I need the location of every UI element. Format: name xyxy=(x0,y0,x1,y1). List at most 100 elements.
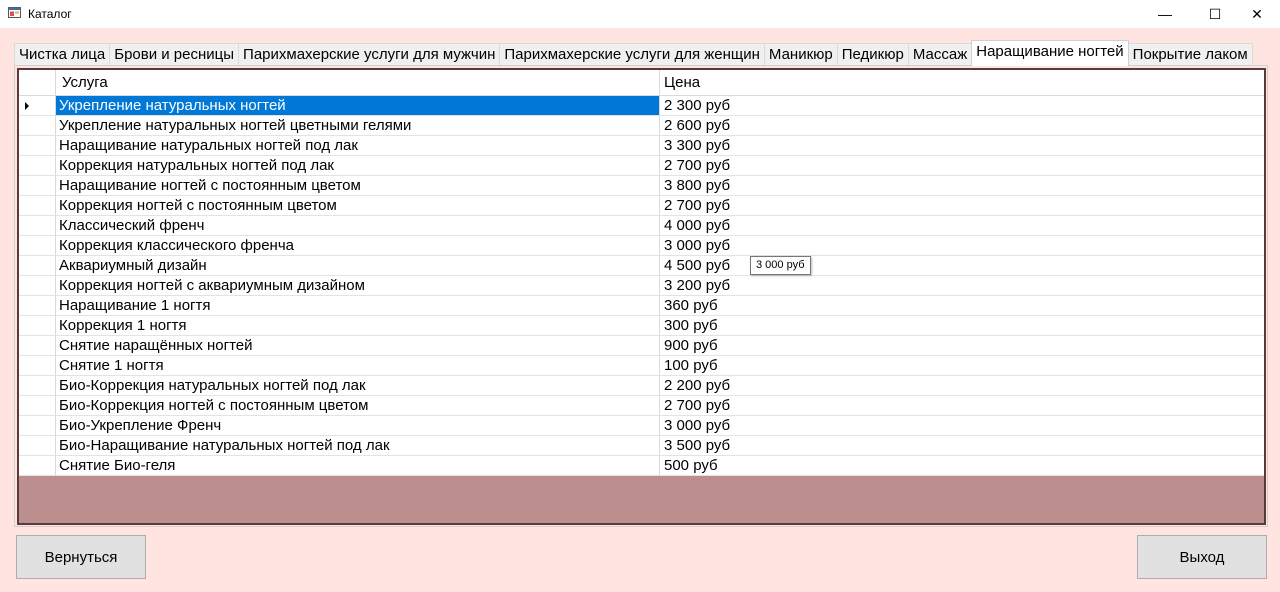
row-header[interactable] xyxy=(19,216,56,235)
table-row[interactable]: Коррекция 1 ногтя 300 руб xyxy=(19,316,1264,336)
tab-hair-women[interactable]: Парихмахерские услуги для женщин xyxy=(499,43,765,66)
row-header[interactable] xyxy=(19,116,56,135)
current-row-arrow-icon xyxy=(25,102,29,110)
close-button[interactable]: ✕ xyxy=(1234,0,1280,28)
price-tooltip: 3 000 руб xyxy=(750,256,811,275)
table-row[interactable]: Снятие наращённых ногтей 900 руб xyxy=(19,336,1264,356)
cell-price[interactable]: 3 000 руб xyxy=(660,236,1264,255)
cell-price[interactable]: 2 300 руб xyxy=(660,96,1264,115)
row-header[interactable] xyxy=(19,376,56,395)
row-header[interactable] xyxy=(19,416,56,435)
table-row[interactable]: Коррекция классического френча 3 000 руб xyxy=(19,236,1264,256)
tab-manicure[interactable]: Маникюр xyxy=(763,43,838,66)
cell-service[interactable]: Наращивание натуральных ногтей под лак xyxy=(56,136,660,155)
services-grid[interactable]: Услуга Цена Укрепление натуральных ногте… xyxy=(17,68,1266,525)
cell-price[interactable]: 500 руб xyxy=(660,456,1264,475)
table-row[interactable]: Био-Наращивание натуральных ногтей под л… xyxy=(19,436,1264,456)
row-header[interactable] xyxy=(19,156,56,175)
row-header[interactable] xyxy=(19,256,56,275)
row-header[interactable] xyxy=(19,436,56,455)
table-row[interactable]: Наращивание ногтей с постоянным цветом 3 … xyxy=(19,176,1264,196)
cell-price[interactable]: 2 700 руб xyxy=(660,196,1264,215)
column-header-service[interactable]: Услуга xyxy=(56,70,660,95)
table-row[interactable]: Снятие 1 ногтя 100 руб xyxy=(19,356,1264,376)
cell-price[interactable]: 3 800 руб xyxy=(660,176,1264,195)
tab-hair-men[interactable]: Парихмахерские услуги для мужчин xyxy=(238,43,501,66)
table-row[interactable]: Био-Укрепление Френч 3 000 руб xyxy=(19,416,1264,436)
cell-price[interactable]: 3 300 руб xyxy=(660,136,1264,155)
cell-price[interactable]: 4 000 руб xyxy=(660,216,1264,235)
table-row[interactable]: Коррекция ногтей с аквариумным дизайном 3… xyxy=(19,276,1264,296)
cell-service[interactable]: Коррекция 1 ногтя xyxy=(56,316,660,335)
cell-price[interactable]: 3 000 руб xyxy=(660,416,1264,435)
column-header-price[interactable]: Цена xyxy=(660,70,1264,95)
cell-service[interactable]: Аквариумный дизайн xyxy=(56,256,660,275)
cell-service[interactable]: Био-Наращивание натуральных ногтей под л… xyxy=(56,436,660,455)
table-row[interactable]: Снятие Био-геля 500 руб xyxy=(19,456,1264,476)
table-row[interactable]: Коррекция натуральных ногтей под лак 2 70… xyxy=(19,156,1264,176)
cell-service[interactable]: Снятие 1 ногтя xyxy=(56,356,660,375)
tab-nail-extension[interactable]: Наращивание ногтей xyxy=(971,40,1129,66)
cell-service[interactable]: Наращивание ногтей с постоянным цветом xyxy=(56,176,660,195)
exit-button[interactable]: Выход xyxy=(1137,535,1267,579)
cell-service[interactable]: Снятие наращённых ногтей xyxy=(56,336,660,355)
row-header[interactable] xyxy=(19,236,56,255)
cell-service[interactable]: Коррекция ногтей с аквариумным дизайном xyxy=(56,276,660,295)
cell-service[interactable]: Коррекция ногтей с постоянным цветом xyxy=(56,196,660,215)
cell-price[interactable]: 360 руб xyxy=(660,296,1264,315)
maximize-button[interactable]: ☐ xyxy=(1192,0,1238,28)
table-row[interactable]: Укрепление натуральных ногтей цветными г… xyxy=(19,116,1264,136)
cell-service[interactable]: Био-Укрепление Френч xyxy=(56,416,660,435)
row-header-corner[interactable] xyxy=(19,70,56,95)
cell-price[interactable]: 2 700 руб xyxy=(660,396,1264,415)
row-header[interactable] xyxy=(19,396,56,415)
grid-table: Услуга Цена Укрепление натуральных ногте… xyxy=(19,70,1264,476)
cell-service[interactable]: Классический френч xyxy=(56,216,660,235)
cell-service[interactable]: Укрепление натуральных ногтей xyxy=(56,96,660,115)
tab-massage[interactable]: Массаж xyxy=(907,43,973,66)
cell-price[interactable]: 2 600 руб xyxy=(660,116,1264,135)
table-row[interactable]: Укрепление натуральных ногтей 2 300 руб xyxy=(19,96,1264,116)
cell-service[interactable]: Коррекция классического френча xyxy=(56,236,660,255)
table-row[interactable]: Аквариумный дизайн 4 500 руб xyxy=(19,256,1264,276)
row-header[interactable] xyxy=(19,316,56,335)
table-row[interactable]: Классический френч 4 000 руб xyxy=(19,216,1264,236)
back-button[interactable]: Вернуться xyxy=(16,535,146,579)
tab-face-cleaning[interactable]: Чистка лица xyxy=(14,43,111,66)
tab-strip: Чистка лица Брови и ресницы Парихмахерск… xyxy=(14,40,1253,66)
row-header[interactable] xyxy=(19,196,56,215)
cell-price[interactable]: 3 200 руб xyxy=(660,276,1264,295)
cell-price[interactable]: 100 руб xyxy=(660,356,1264,375)
cell-price[interactable]: 2 200 руб xyxy=(660,376,1264,395)
tab-brows-lashes[interactable]: Брови и ресницы xyxy=(109,43,240,66)
cell-price[interactable]: 2 700 руб xyxy=(660,156,1264,175)
grid-header-row: Услуга Цена xyxy=(19,70,1264,96)
minimize-button[interactable]: — xyxy=(1142,0,1188,28)
table-row[interactable]: Наращивание натуральных ногтей под лак 3 … xyxy=(19,136,1264,156)
cell-price[interactable]: 900 руб xyxy=(660,336,1264,355)
row-header[interactable] xyxy=(19,336,56,355)
table-row[interactable]: Био-Коррекция натуральных ногтей под лак… xyxy=(19,376,1264,396)
cell-price[interactable]: 300 руб xyxy=(660,316,1264,335)
table-row[interactable]: Коррекция ногтей с постоянным цветом 2 70… xyxy=(19,196,1264,216)
tab-pedicure[interactable]: Педикюр xyxy=(836,43,909,66)
cell-price[interactable]: 3 500 руб xyxy=(660,436,1264,455)
tab-nail-polish[interactable]: Покрытие лаком xyxy=(1127,43,1253,66)
row-header[interactable] xyxy=(19,176,56,195)
window-title: Каталог xyxy=(28,7,72,21)
row-header[interactable] xyxy=(19,356,56,375)
cell-service[interactable]: Наращивание 1 ногтя xyxy=(56,296,660,315)
cell-service[interactable]: Снятие Био-геля xyxy=(56,456,660,475)
row-header[interactable] xyxy=(19,456,56,475)
row-header[interactable] xyxy=(19,136,56,155)
cell-service[interactable]: Био-Коррекция ногтей с постоянным цветом xyxy=(56,396,660,415)
row-header[interactable] xyxy=(19,276,56,295)
grid-body: Укрепление натуральных ногтей 2 300 руб Ук… xyxy=(19,96,1264,476)
cell-service[interactable]: Коррекция натуральных ногтей под лак xyxy=(56,156,660,175)
cell-service[interactable]: Био-Коррекция натуральных ногтей под лак xyxy=(56,376,660,395)
table-row[interactable]: Био-Коррекция ногтей с постоянным цветом… xyxy=(19,396,1264,416)
table-row[interactable]: Наращивание 1 ногтя 360 руб xyxy=(19,296,1264,316)
row-header[interactable] xyxy=(19,96,56,115)
cell-service[interactable]: Укрепление натуральных ногтей цветными г… xyxy=(56,116,660,135)
row-header[interactable] xyxy=(19,296,56,315)
